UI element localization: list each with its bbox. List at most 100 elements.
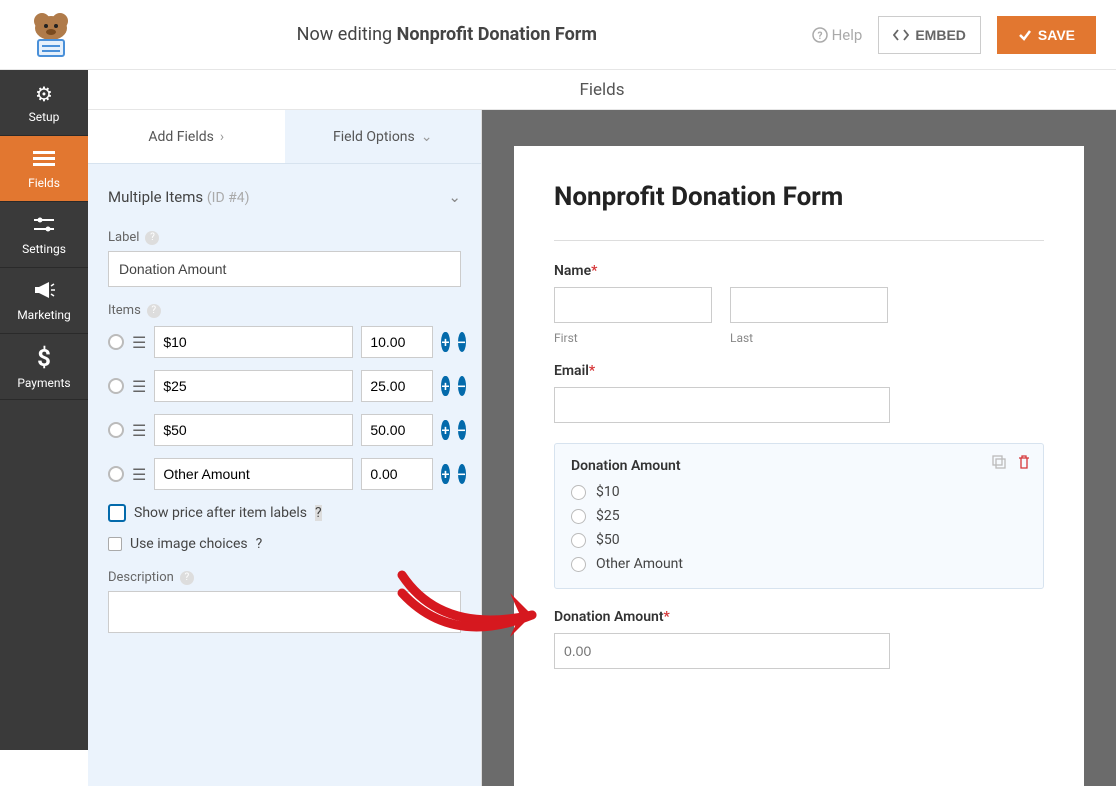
main-sidebar: ⚙ Setup Fields Settings Marketing $ Paym…	[0, 70, 88, 750]
item-row: ☰ + −	[108, 370, 461, 402]
item-value-input[interactable]	[361, 458, 433, 490]
section-header[interactable]: Multiple Items (ID #4) ⌄	[108, 176, 461, 222]
radio-icon	[571, 509, 586, 524]
sidebar-item-settings[interactable]: Settings	[0, 202, 88, 268]
divider	[554, 240, 1044, 241]
sidebar-label: Settings	[22, 242, 66, 256]
item-row: ☰ + −	[108, 414, 461, 446]
radio-label: Other Amount	[596, 556, 683, 572]
label-input[interactable]	[108, 251, 461, 287]
donation-field-label: Donation Amount	[571, 458, 1027, 474]
last-name-input[interactable]	[730, 287, 888, 323]
radio-label: $50	[596, 532, 620, 548]
sidebar-label: Payments	[17, 376, 70, 390]
app-logo[interactable]	[20, 10, 82, 60]
radio-option[interactable]: $50	[571, 532, 1027, 548]
email-input[interactable]	[554, 387, 890, 423]
check-icon	[1018, 28, 1032, 42]
help-icon[interactable]: ?	[315, 505, 322, 521]
sidebar-label: Marketing	[17, 308, 71, 322]
checkbox-icon	[108, 537, 122, 551]
description-input[interactable]	[108, 591, 461, 633]
item-label-input[interactable]	[154, 458, 353, 490]
help-icon[interactable]: ?	[180, 571, 194, 585]
drag-handle-icon[interactable]: ☰	[132, 377, 146, 396]
checkbox-icon	[108, 504, 126, 522]
drag-handle-icon[interactable]: ☰	[132, 333, 146, 352]
radio-icon	[571, 485, 586, 500]
tab-field-options[interactable]: Field Options ⌄	[285, 110, 482, 163]
help-icon[interactable]: ?	[147, 304, 161, 318]
item-label-input[interactable]	[154, 326, 353, 358]
sidebar-item-fields[interactable]: Fields	[0, 136, 88, 202]
radio-option[interactable]: Other Amount	[571, 556, 1027, 572]
drag-handle-icon[interactable]: ☰	[132, 421, 146, 440]
item-row: ☰ + −	[108, 458, 461, 490]
sidebar-label: Fields	[28, 176, 60, 190]
item-value-input[interactable]	[361, 414, 433, 446]
remove-item-button[interactable]: −	[458, 420, 466, 440]
help-icon[interactable]: ?	[256, 536, 263, 552]
item-label-input[interactable]	[154, 414, 353, 446]
item-row: ☰ + −	[108, 326, 461, 358]
dollar-icon: $	[37, 344, 51, 372]
items-heading: Items?	[108, 303, 461, 318]
drag-handle-icon[interactable]: ☰	[132, 465, 146, 484]
megaphone-icon	[33, 280, 55, 304]
radio-option[interactable]: $25	[571, 508, 1027, 524]
list-icon	[33, 148, 55, 172]
sliders-icon	[34, 214, 54, 238]
amount-label: Donation Amount*	[554, 609, 1044, 625]
chevron-right-icon: ›	[220, 129, 224, 145]
form-preview: Nonprofit Donation Form Name* First Last…	[514, 146, 1084, 786]
sidebar-label: Setup	[29, 110, 60, 124]
add-item-button[interactable]: +	[441, 420, 449, 440]
form-title: Nonprofit Donation Form	[554, 182, 1044, 212]
radio-default-icon[interactable]	[108, 422, 124, 438]
use-images-toggle[interactable]: Use image choices ?	[108, 536, 461, 552]
add-item-button[interactable]: +	[441, 464, 449, 484]
show-price-toggle[interactable]: Show price after item labels ?	[108, 504, 461, 522]
first-name-input[interactable]	[554, 287, 712, 323]
amount-input[interactable]	[554, 633, 890, 669]
help-link[interactable]: ? Help	[812, 26, 863, 44]
tab-add-fields[interactable]: Add Fields ›	[88, 110, 285, 163]
gear-icon: ⚙	[35, 82, 53, 106]
trash-icon[interactable]	[1017, 454, 1031, 470]
chevron-down-icon: ⌄	[421, 129, 433, 145]
email-label: Email*	[554, 363, 1044, 379]
duplicate-icon[interactable]	[991, 454, 1007, 470]
name-label: Name*	[554, 263, 1044, 279]
page-title: Now editing Nonprofit Donation Form	[82, 24, 812, 45]
code-icon	[893, 29, 909, 41]
radio-label: $25	[596, 508, 620, 524]
radio-icon	[571, 533, 586, 548]
save-button[interactable]: SAVE	[997, 16, 1096, 54]
last-sublabel: Last	[730, 331, 888, 345]
add-item-button[interactable]: +	[441, 376, 449, 396]
sidebar-item-marketing[interactable]: Marketing	[0, 268, 88, 334]
remove-item-button[interactable]: −	[458, 376, 466, 396]
first-sublabel: First	[554, 331, 712, 345]
item-value-input[interactable]	[361, 326, 433, 358]
description-heading: Description?	[108, 570, 461, 585]
radio-default-icon[interactable]	[108, 466, 124, 482]
item-value-input[interactable]	[361, 370, 433, 402]
help-icon[interactable]: ?	[145, 231, 159, 245]
radio-default-icon[interactable]	[108, 334, 124, 350]
embed-button[interactable]: EMBED	[878, 16, 981, 54]
item-label-input[interactable]	[154, 370, 353, 402]
sidebar-item-payments[interactable]: $ Payments	[0, 334, 88, 400]
add-item-button[interactable]: +	[441, 332, 449, 352]
help-icon: ?	[812, 27, 828, 43]
radio-default-icon[interactable]	[108, 378, 124, 394]
radio-icon	[571, 557, 586, 572]
svg-text:?: ?	[817, 31, 822, 42]
chevron-down-icon: ⌄	[448, 188, 461, 206]
radio-option[interactable]: $10	[571, 484, 1027, 500]
remove-item-button[interactable]: −	[458, 464, 466, 484]
selected-field-donation[interactable]: Donation Amount $10 $25 $50 Other Amount	[554, 443, 1044, 589]
sidebar-item-setup[interactable]: ⚙ Setup	[0, 70, 88, 136]
radio-label: $10	[596, 484, 620, 500]
remove-item-button[interactable]: −	[458, 332, 466, 352]
